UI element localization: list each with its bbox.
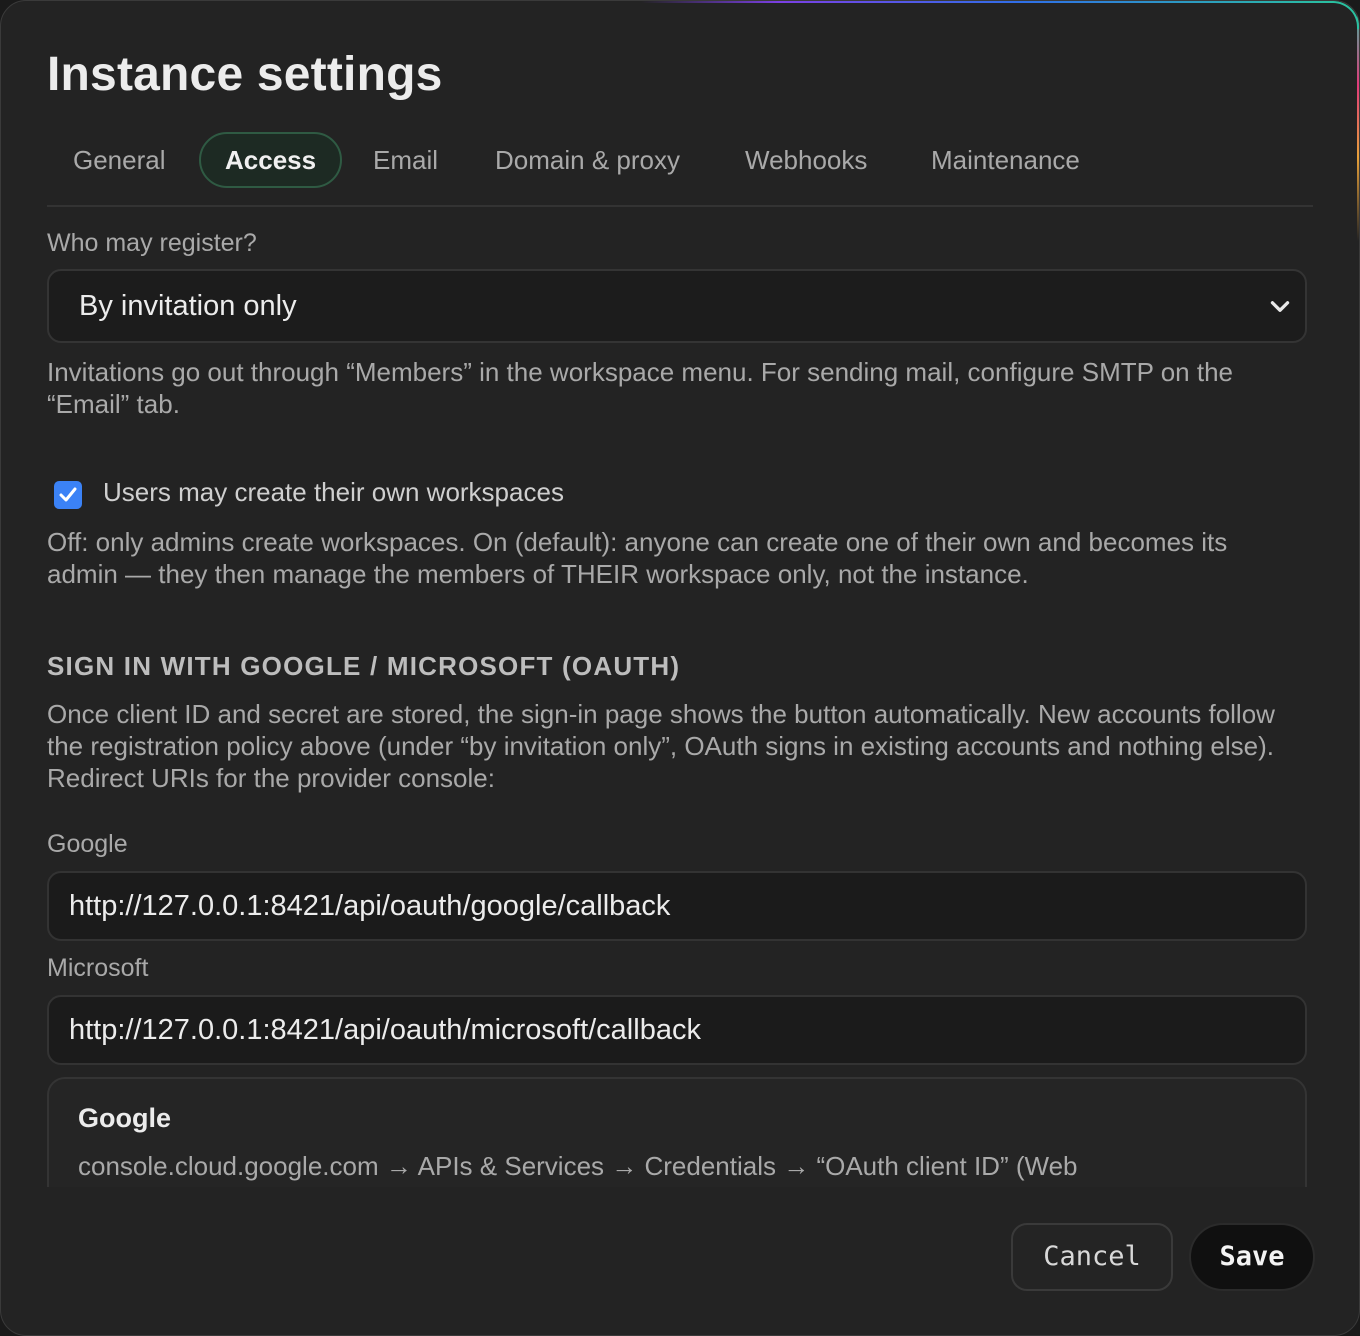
accent-border-corner [1331, 1, 1359, 29]
tab-access[interactable]: Access [199, 132, 343, 188]
own-workspaces-help: Off: only admins create workspaces. On (… [47, 527, 1228, 589]
microsoft-redirect-uri-value: http://127.0.0.1:8421/api/oauth/microsof… [69, 1014, 701, 1046]
registration-policy-select[interactable]: By invitation only [47, 269, 1307, 343]
tab-maintenance[interactable]: Maintenance [931, 132, 1080, 188]
tab-bar: General Access Email Domain & proxy Webh… [47, 132, 1313, 190]
cancel-button[interactable]: Cancel [1011, 1223, 1173, 1291]
google-redirect-uri-field[interactable]: http://127.0.0.1:8421/api/oauth/google/c… [47, 871, 1307, 941]
own-workspaces-checkbox[interactable] [54, 481, 82, 509]
own-workspaces-label[interactable]: Users may create their own workspaces [103, 477, 564, 508]
accent-border-top [641, 1, 1333, 3]
save-button[interactable]: Save [1189, 1223, 1315, 1291]
oauth-help: Once client ID and secret are stored, th… [47, 699, 1275, 793]
check-icon [59, 487, 77, 502]
microsoft-uri-label: Microsoft [47, 954, 149, 982]
registration-policy-value: By invitation only [79, 290, 297, 322]
dialog-title: Instance settings [47, 48, 443, 101]
registration-label: Who may register? [47, 229, 257, 257]
google-uri-label: Google [47, 830, 128, 858]
instance-settings-dialog: Instance settings General Access Email D… [0, 0, 1360, 1336]
google-setup-card: Google console.cloud.google.com → APIs &… [47, 1077, 1307, 1187]
tab-domain-proxy[interactable]: Domain & proxy [495, 132, 680, 188]
tab-webhooks[interactable]: Webhooks [745, 132, 867, 188]
google-setup-title: Google [78, 1103, 171, 1133]
registration-help: Invitations go out through “Members” in … [47, 357, 1233, 419]
accent-border-right [1357, 1, 1359, 241]
tab-content-access[interactable]: Who may register? By invitation only Inv… [1, 207, 1359, 1187]
tab-email[interactable]: Email [373, 132, 438, 188]
chevron-down-icon [1270, 301, 1290, 312]
tab-general[interactable]: General [73, 132, 166, 188]
microsoft-redirect-uri-field[interactable]: http://127.0.0.1:8421/api/oauth/microsof… [47, 995, 1307, 1065]
google-setup-text: console.cloud.google.com → APIs & Servic… [78, 1151, 1078, 1181]
google-redirect-uri-value: http://127.0.0.1:8421/api/oauth/google/c… [69, 890, 671, 922]
oauth-section-title: SIGN IN WITH GOOGLE / MICROSOFT (OAUTH) [47, 651, 681, 681]
